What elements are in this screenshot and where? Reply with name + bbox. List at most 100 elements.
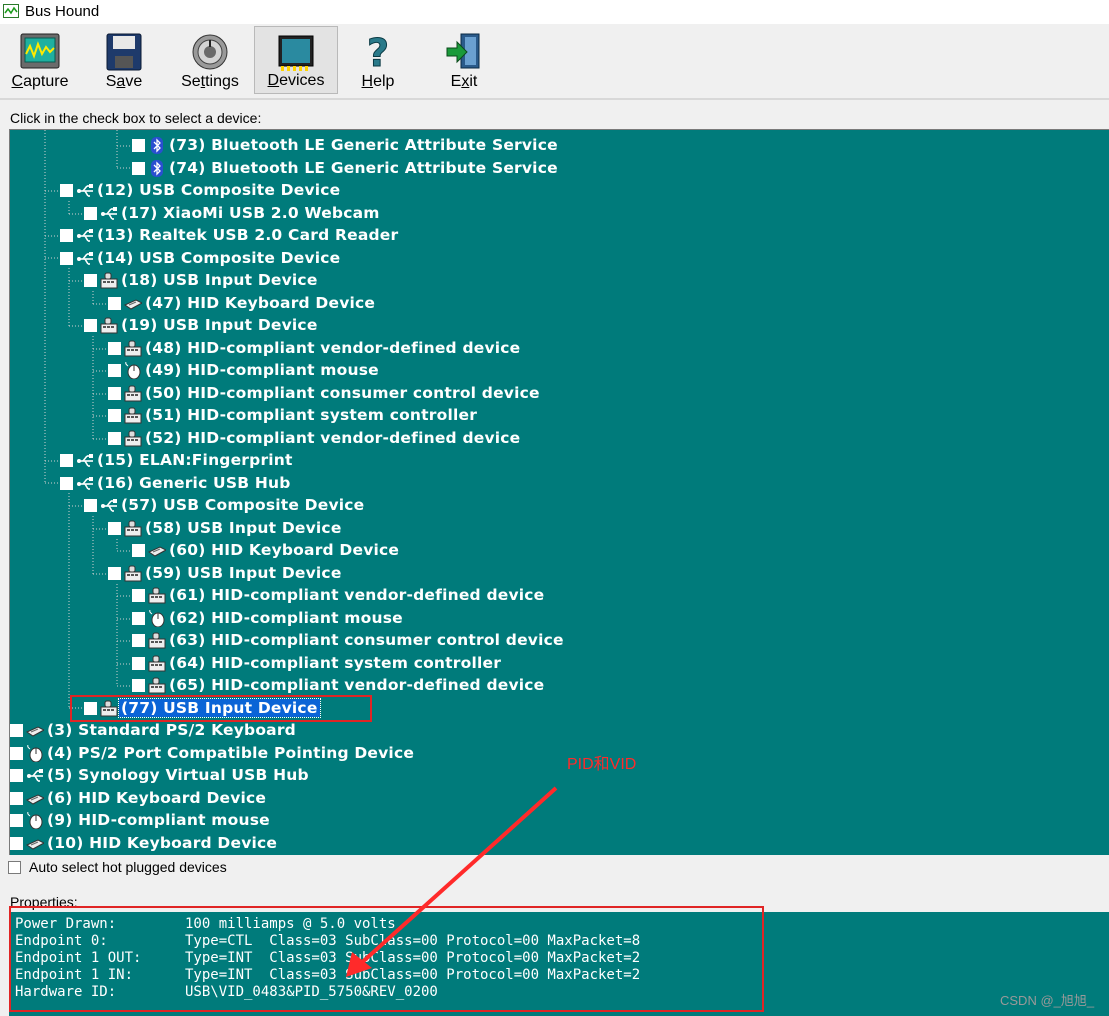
device-label: (65) HID-compliant vendor-defined device [169,676,545,694]
device-tree[interactable]: (73) Bluetooth LE Generic Attribute Serv… [9,129,1109,855]
device-checkbox[interactable] [84,499,97,512]
device-item[interactable]: (47) HID Keyboard Device [108,293,628,314]
device-item[interactable]: (62) HID-compliant mouse [132,608,652,629]
device-checkbox[interactable] [84,319,97,332]
device-item[interactable]: (13) Realtek USB 2.0 Card Reader [60,225,580,246]
keyboard-icon [148,546,166,557]
device-checkbox[interactable] [132,544,145,557]
title-bar: Bus Hound [0,0,1109,24]
device-item[interactable]: (74) Bluetooth LE Generic Attribute Serv… [132,158,652,179]
mouse-icon [149,609,165,627]
device-item[interactable]: (51) HID-compliant system controller [108,405,628,426]
device-label: (4) PS/2 Port Compatible Pointing Device [47,743,415,762]
device-checkbox[interactable] [60,251,73,265]
device-checkbox[interactable] [108,566,121,580]
device-checkbox[interactable] [108,431,121,445]
device-checkbox[interactable] [10,814,23,827]
auto-select-label: Auto select hot plugged devices [29,859,227,875]
device-checkbox[interactable] [10,769,23,782]
device-checkbox[interactable] [108,364,121,377]
device-item[interactable]: (49) HID-compliant mouse [108,360,628,381]
devices-button[interactable]: Devices [254,26,338,94]
properties-highlight [9,906,764,1012]
device-item[interactable]: (64) HID-compliant system controller [132,653,652,674]
device-checkbox[interactable] [108,296,121,310]
device-item[interactable]: (61) HID-compliant vendor-defined device [132,585,652,606]
device-item[interactable]: (3) Standard PS/2 Keyboard [10,720,530,741]
device-checkbox[interactable] [84,206,97,220]
device-checkbox[interactable] [132,679,145,692]
settings-button[interactable]: Settings [174,26,246,94]
device-checkbox[interactable] [132,634,145,647]
device-label: (13) Realtek USB 2.0 Card Reader [97,226,399,244]
device-checkbox[interactable] [132,656,145,670]
usb-icon [101,206,117,220]
device-checkbox[interactable] [60,454,73,467]
device-label: (14) USB Composite Device [97,248,341,267]
device-item[interactable]: (65) HID-compliant vendor-defined device [132,675,652,696]
device-label: (5) Synology Virtual USB Hub [47,766,309,784]
device-item[interactable]: (63) HID-compliant consumer control devi… [132,630,652,651]
device-checkbox[interactable] [60,184,73,197]
device-item[interactable]: (5) Synology Virtual USB Hub [10,765,530,786]
input-device-icon [100,317,118,334]
device-label: (63) HID-compliant consumer control devi… [169,631,564,649]
auto-select-checkbox[interactable] [8,861,21,874]
svg-text:?: ? [367,32,389,72]
keyboard-icon [124,298,142,310]
selected-device-highlight [70,695,372,722]
device-checkbox[interactable] [60,476,73,490]
device-item[interactable]: (6) HID Keyboard Device [10,788,530,809]
annotation-label: PID和VID [567,756,637,773]
device-checkbox[interactable] [10,791,23,805]
device-checkbox[interactable] [132,161,145,175]
device-item[interactable]: (18) USB Input Device [84,270,604,291]
device-checkbox[interactable] [10,724,23,737]
input-device-icon [148,677,166,694]
device-checkbox[interactable] [60,229,73,242]
device-checkbox[interactable] [108,341,121,355]
device-checkbox[interactable] [84,274,97,287]
device-list-hint: Click in the check box to select a devic… [10,110,262,126]
device-item[interactable]: (12) USB Composite Device [60,180,580,201]
input-device-icon [148,632,166,649]
device-item[interactable]: (9) HID-compliant mouse [10,810,530,831]
device-item[interactable]: (19) USB Input Device [84,315,604,336]
device-item[interactable]: (60) HID Keyboard Device [132,540,652,561]
device-item[interactable]: (59) USB Input Device [108,563,628,584]
device-item[interactable]: (4) PS/2 Port Compatible Pointing Device [10,743,530,764]
save-icon [106,33,142,71]
device-checkbox[interactable] [108,521,121,535]
input-device-icon [124,565,142,581]
device-item[interactable]: (16) Generic USB Hub [60,473,580,494]
device-item[interactable]: (15) ELAN:Fingerprint [60,450,580,471]
exit-button[interactable]: Exit [432,26,496,94]
device-item[interactable]: (73) Bluetooth LE Generic Attribute Serv… [132,135,652,156]
device-checkbox[interactable] [108,409,121,422]
device-checkbox[interactable] [132,139,145,152]
mouse-icon [125,362,141,379]
save-button[interactable]: Save [90,26,158,94]
device-item[interactable]: (50) HID-compliant consumer control devi… [108,383,628,404]
device-item[interactable]: (10) HID Keyboard Device [10,833,530,854]
help-button[interactable]: ? Help [346,26,410,94]
usb-icon [77,454,93,467]
app-icon [3,4,19,18]
device-item[interactable]: (58) USB Input Device [108,518,628,539]
device-item[interactable]: (48) HID-compliant vendor-defined device [108,338,628,359]
device-label: (60) HID Keyboard Device [169,541,400,559]
device-label: (61) HID-compliant vendor-defined device [169,586,545,604]
device-item[interactable]: (52) HID-compliant vendor-defined device [108,428,628,449]
device-item[interactable]: (17) XiaoMi USB 2.0 Webcam [84,203,604,224]
exit-label: Exit [450,73,478,90]
input-device-icon [124,340,142,356]
device-checkbox[interactable] [132,589,145,602]
device-checkbox[interactable] [108,386,121,400]
device-item[interactable]: (14) USB Composite Device [60,248,580,269]
device-checkbox[interactable] [10,746,23,760]
capture-button[interactable]: Capture [6,26,74,94]
device-checkbox[interactable] [10,836,23,850]
capture-icon [20,33,60,69]
device-checkbox[interactable] [132,611,145,625]
device-item[interactable]: (57) USB Composite Device [84,495,604,516]
